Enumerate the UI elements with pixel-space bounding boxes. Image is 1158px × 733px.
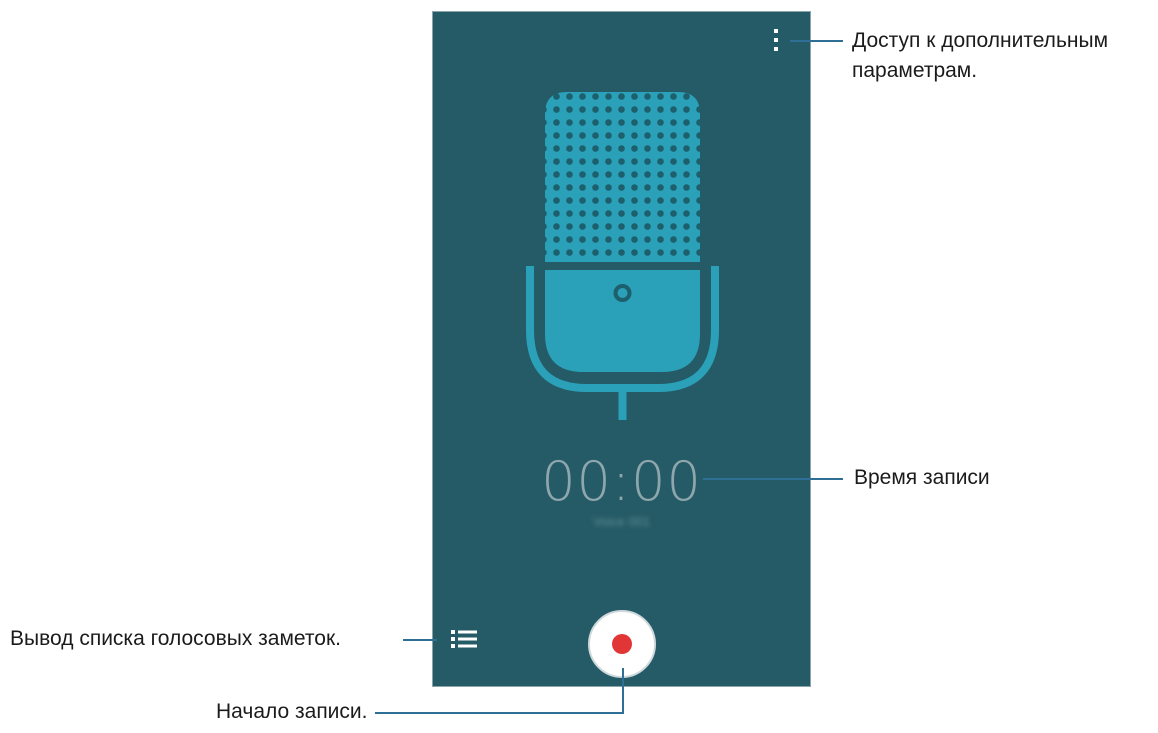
recording-filename: Voice 001 [592,514,651,529]
record-icon [612,634,632,654]
more-options-button[interactable] [765,26,789,54]
more-options-icon [774,29,778,33]
recordings-list-button[interactable] [449,626,479,652]
callout-recordings-list: Вывод списка голосовых заметок. [10,627,341,650]
callout-options: Доступ к дополнительным параметрам. [852,29,1109,82]
voice-recorder-screen: 00:00 Voice 001 [433,12,810,686]
recording-timer: 00:00 [541,450,702,513]
callout-start-recording: Начало записи. [216,700,368,723]
recordings-list-icon [451,630,477,648]
record-button[interactable] [588,610,656,678]
microphone-icon [526,92,719,420]
callout-recording-time: Время записи [854,466,990,489]
